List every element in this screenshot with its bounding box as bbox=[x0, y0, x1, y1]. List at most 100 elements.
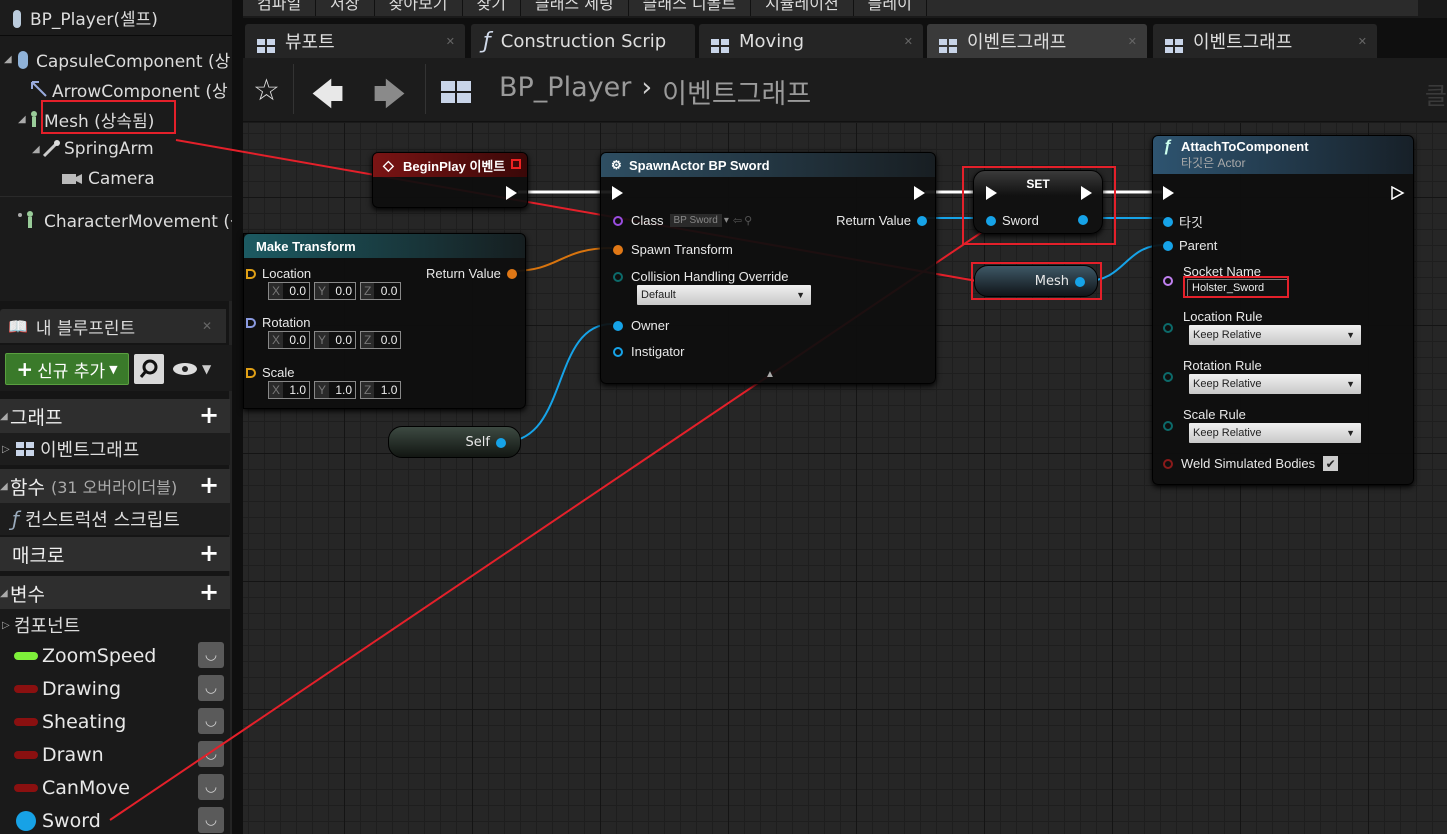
rotation-pin[interactable]: Rotation bbox=[246, 315, 310, 330]
exec-out-pin[interactable] bbox=[506, 186, 517, 200]
weld-pin[interactable]: Weld Simulated Bodies ✔ bbox=[1163, 456, 1339, 471]
class-picker[interactable]: BP Sword bbox=[669, 214, 722, 227]
object-pin-icon[interactable] bbox=[917, 215, 927, 226]
object-pin-icon[interactable] bbox=[613, 320, 623, 331]
breadcrumb-blueprint[interactable]: BP_Player bbox=[499, 72, 631, 111]
section-graphs[interactable]: ◢ 그래프 + bbox=[0, 399, 230, 433]
tree-item-springarm[interactable]: ◢ SpringArm bbox=[32, 134, 154, 164]
location-pin[interactable]: Location bbox=[246, 266, 311, 281]
view-options-button[interactable]: ▼ bbox=[172, 357, 222, 381]
expand-caret-icon[interactable]: ◢ bbox=[4, 54, 14, 65]
object-pin-icon[interactable] bbox=[1163, 216, 1173, 227]
toolbar-item[interactable]: 찾아보기 bbox=[375, 0, 463, 16]
close-icon[interactable]: ✕ bbox=[1128, 35, 1137, 48]
tab-moving[interactable]: Moving ✕ bbox=[699, 24, 923, 58]
struct-pin-icon[interactable] bbox=[613, 244, 623, 255]
scale-pin[interactable]: Scale bbox=[246, 365, 295, 380]
add-new-button[interactable]: + 신규 추가 ▼ bbox=[5, 353, 129, 385]
enum-pin-icon[interactable] bbox=[1163, 372, 1173, 382]
tab-construction-script[interactable]: ƒ Construction Scrip bbox=[471, 24, 695, 58]
exec-in-pin[interactable] bbox=[612, 186, 623, 200]
rotation-x[interactable]: 0.0 bbox=[283, 333, 309, 347]
visibility-eye-icon[interactable]: ◡ bbox=[198, 774, 224, 800]
variable-row[interactable]: Drawing ◡ bbox=[0, 672, 230, 705]
target-pin[interactable]: 타깃 bbox=[1163, 212, 1203, 231]
close-icon[interactable]: ✕ bbox=[202, 319, 212, 333]
scale-z[interactable]: 1.0 bbox=[374, 383, 400, 397]
section-variables[interactable]: ◢ 변수 + bbox=[0, 576, 230, 610]
section-macros[interactable]: 매크로 + bbox=[0, 537, 230, 571]
location-rule-dropdown[interactable]: Keep Relative bbox=[1189, 325, 1361, 345]
tab-event-graph[interactable]: 이벤트그래프 ✕ bbox=[1153, 24, 1377, 58]
dropdown-arrow-icon[interactable]: ▾ bbox=[724, 215, 729, 226]
location-y[interactable]: 0.0 bbox=[329, 284, 355, 298]
scale-fields[interactable]: X 1.0 Y 1.0 Z 1.0 bbox=[268, 381, 402, 399]
tab-viewport[interactable]: 뷰포트 ✕ bbox=[245, 24, 465, 58]
advanced-expand-icon[interactable]: ▲ bbox=[765, 369, 775, 380]
collapse-caret-icon[interactable]: ◢ bbox=[0, 411, 10, 422]
collision-dropdown[interactable]: Default bbox=[637, 285, 811, 305]
node-spawn-actor[interactable]: ⚙ SpawnActor BP Sword Class BP Sword ▾ ⇦… bbox=[600, 152, 936, 384]
instigator-pin[interactable]: Instigator bbox=[613, 344, 684, 359]
node-self[interactable]: Self bbox=[388, 426, 521, 458]
back-arrow-icon[interactable]: 🡄 bbox=[311, 72, 344, 126]
enum-pin-icon[interactable] bbox=[1163, 323, 1173, 333]
add-function-button[interactable]: + bbox=[196, 473, 222, 498]
tree-item-camera[interactable]: Camera bbox=[60, 164, 155, 194]
object-pin-icon[interactable] bbox=[613, 346, 623, 357]
variable-row[interactable]: Sheating ◡ bbox=[0, 705, 230, 738]
rotator-pin-icon[interactable] bbox=[246, 317, 256, 328]
delegate-pin-icon[interactable] bbox=[511, 159, 521, 169]
node-attach-to-component[interactable]: ƒ AttachToComponent 타깃은 Actor 타깃 Parent … bbox=[1152, 135, 1414, 485]
return-value-pin[interactable]: Return Value bbox=[426, 266, 517, 281]
location-z[interactable]: 0.0 bbox=[374, 284, 400, 298]
rotation-z[interactable]: 0.0 bbox=[374, 333, 400, 347]
scale-x[interactable]: 1.0 bbox=[283, 383, 309, 397]
class-pin[interactable]: Class BP Sword ▾ ⇦ ⚲ bbox=[613, 213, 752, 228]
enum-pin-icon[interactable] bbox=[1163, 421, 1173, 431]
weld-checkbox[interactable]: ✔ bbox=[1323, 456, 1339, 471]
node-begin-play[interactable]: ◇ BeginPlay 이벤트 bbox=[372, 152, 528, 208]
bool-pin-icon[interactable] bbox=[1163, 458, 1173, 469]
struct-pin-icon[interactable] bbox=[506, 268, 517, 279]
owner-pin[interactable]: Owner bbox=[613, 318, 669, 333]
exec-out-pin[interactable] bbox=[914, 186, 925, 200]
toolbar-item[interactable]: 컴파일 bbox=[243, 0, 317, 16]
rotation-y[interactable]: 0.0 bbox=[329, 333, 355, 347]
toolbar-item[interactable]: 시뮬레이션 bbox=[751, 0, 854, 16]
parent-pin[interactable]: Parent bbox=[1163, 238, 1217, 253]
variable-row[interactable]: Sword ◡ bbox=[0, 804, 230, 834]
close-icon[interactable]: ✕ bbox=[1358, 35, 1367, 48]
rotation-fields[interactable]: X 0.0 Y 0.0 Z 0.0 bbox=[268, 331, 402, 349]
toolbar-item[interactable]: 플레이 bbox=[854, 0, 927, 16]
use-selected-arrow-icon[interactable]: ⇦ bbox=[733, 214, 742, 227]
search-button[interactable] bbox=[134, 354, 164, 384]
collapse-caret-icon[interactable]: ◢ bbox=[0, 481, 10, 492]
close-icon[interactable]: ✕ bbox=[904, 35, 913, 48]
vector-pin-icon[interactable] bbox=[246, 367, 256, 378]
tree-item-character-movement[interactable]: CharacterMovement (상 bbox=[16, 204, 232, 234]
visibility-eye-icon[interactable]: ◡ bbox=[198, 807, 224, 833]
add-graph-button[interactable]: + bbox=[196, 403, 222, 428]
location-fields[interactable]: X 0.0 Y 0.0 Z 0.0 bbox=[268, 282, 402, 300]
tab-event-graph-active[interactable]: 이벤트그래프 ✕ bbox=[927, 24, 1147, 58]
node-make-transform[interactable]: Make Transform Return Value Location X 0.… bbox=[243, 233, 526, 409]
class-pin-icon[interactable] bbox=[613, 215, 623, 226]
scale-rule-dropdown[interactable]: Keep Relative bbox=[1189, 423, 1361, 443]
section-functions[interactable]: ◢ 함수 (31 오버라이더블) + bbox=[0, 469, 230, 503]
variable-row[interactable]: ZoomSpeed ◡ bbox=[0, 639, 230, 672]
toolbar-item[interactable]: 클래스 디폴트 bbox=[629, 0, 752, 16]
scale-y[interactable]: 1.0 bbox=[329, 383, 355, 397]
enum-pin-icon[interactable] bbox=[613, 271, 623, 282]
variable-row[interactable]: CanMove ◡ bbox=[0, 771, 230, 804]
exec-in-pin[interactable] bbox=[1163, 186, 1174, 200]
list-item-event-graph[interactable]: ▷ 이벤트그래프 bbox=[0, 433, 230, 465]
spawn-transform-pin[interactable]: Spawn Transform bbox=[613, 242, 733, 257]
visibility-eye-icon[interactable]: ◡ bbox=[198, 741, 224, 767]
visibility-eye-icon[interactable]: ◡ bbox=[198, 642, 224, 668]
expand-caret-icon[interactable]: ▷ bbox=[2, 444, 12, 455]
exec-out-pin[interactable] bbox=[1391, 186, 1405, 200]
close-icon[interactable]: ✕ bbox=[446, 35, 455, 48]
self-pin[interactable]: Self bbox=[466, 435, 506, 450]
location-x[interactable]: 0.0 bbox=[283, 284, 309, 298]
